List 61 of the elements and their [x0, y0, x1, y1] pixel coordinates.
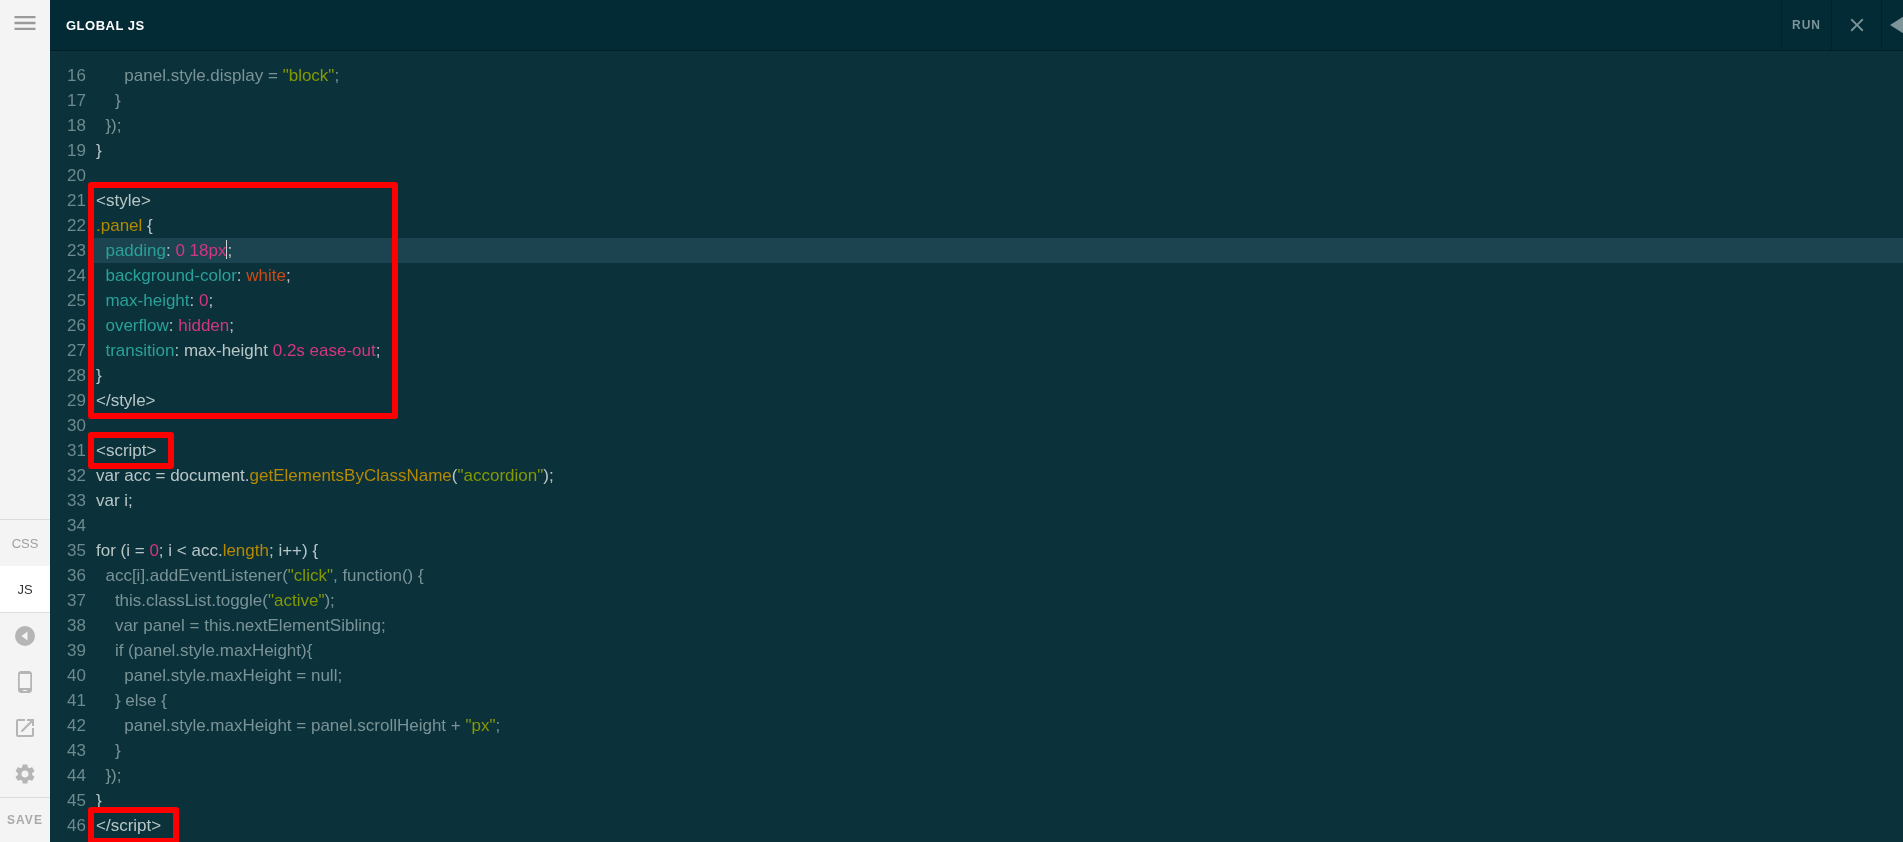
line-number: 33 [66, 490, 87, 512]
line-number: 28 [66, 365, 87, 387]
code-line: background-color: white; [104, 265, 292, 287]
line-number: 18 [66, 115, 87, 137]
line-number: 40 [66, 665, 87, 687]
line-number: 39 [66, 640, 87, 662]
line-number: 45 [66, 790, 87, 812]
code-line: var acc = document.getElementsByClassName("accordion"); [95, 465, 554, 487]
line-number: 43 [66, 740, 87, 762]
line-number: 42 [66, 715, 87, 737]
line-number: 24 [66, 265, 87, 287]
sidebar-tab[interactable]: JS [0, 566, 50, 612]
code-line: if (panel.style.maxHeight){ [113, 640, 314, 662]
code-line: .panel { [95, 215, 154, 237]
code-line: var i; [95, 490, 134, 512]
line-number: 20 [66, 165, 87, 187]
line-number: 32 [66, 465, 87, 487]
code-line: } [113, 90, 122, 112]
code-line: <style> [95, 190, 152, 212]
code-line: var panel = this.nextElementSibling; [113, 615, 387, 637]
line-number: 22 [66, 215, 87, 237]
line-number: 38 [66, 615, 87, 637]
line-number: 23 [66, 240, 87, 262]
run-button[interactable]: RUN [1781, 0, 1831, 50]
line-number: 25 [66, 290, 87, 312]
code-line: <script> [95, 440, 158, 462]
code-line: panel.style.display = "block"; [123, 65, 340, 87]
code-line: </script> [95, 815, 163, 837]
code-line: }); [104, 115, 123, 137]
line-number: 46 [66, 815, 87, 837]
line-number: 17 [66, 90, 87, 112]
line-number: 30 [66, 415, 87, 437]
code-line: acc[i].addEventListener("click", function() { [104, 565, 425, 587]
line-number: 41 [66, 690, 87, 712]
line-number: 36 [66, 565, 87, 587]
code-line: } else { [113, 690, 168, 712]
code-line: } [113, 740, 122, 762]
code-line: panel.style.maxHeight = panel.scrollHeight + "px"; [123, 715, 502, 737]
line-number: 16 [66, 65, 87, 87]
panel-title: GLOBAL JS [65, 17, 146, 33]
code-line: this.classList.toggle("active"); [113, 590, 336, 612]
code-line: max-height: 0; [104, 290, 215, 312]
line-number: 37 [66, 590, 87, 612]
line-number: 44 [66, 765, 87, 787]
code-line: for (i = 0; i < acc.length; i++) { [95, 540, 320, 562]
code-line: }); [104, 765, 123, 787]
line-number: 21 [66, 190, 87, 212]
code-line: </style> [95, 390, 157, 412]
code-line: transition: max-height 0.2s ease-out; [104, 340, 382, 362]
line-number: 19 [66, 140, 87, 162]
code-line: } [95, 140, 103, 162]
line-number: 34 [66, 515, 87, 537]
line-number: 35 [66, 540, 87, 562]
line-number: 29 [66, 390, 87, 412]
code-line: overflow: hidden; [104, 315, 235, 337]
collapse-triangle-icon[interactable] [1881, 0, 1903, 50]
line-number: 31 [66, 440, 87, 462]
line-number: 26 [66, 315, 87, 337]
code-line: } [95, 365, 103, 387]
code-line: panel.style.maxHeight = null; [123, 665, 344, 687]
line-number: 27 [66, 340, 87, 362]
